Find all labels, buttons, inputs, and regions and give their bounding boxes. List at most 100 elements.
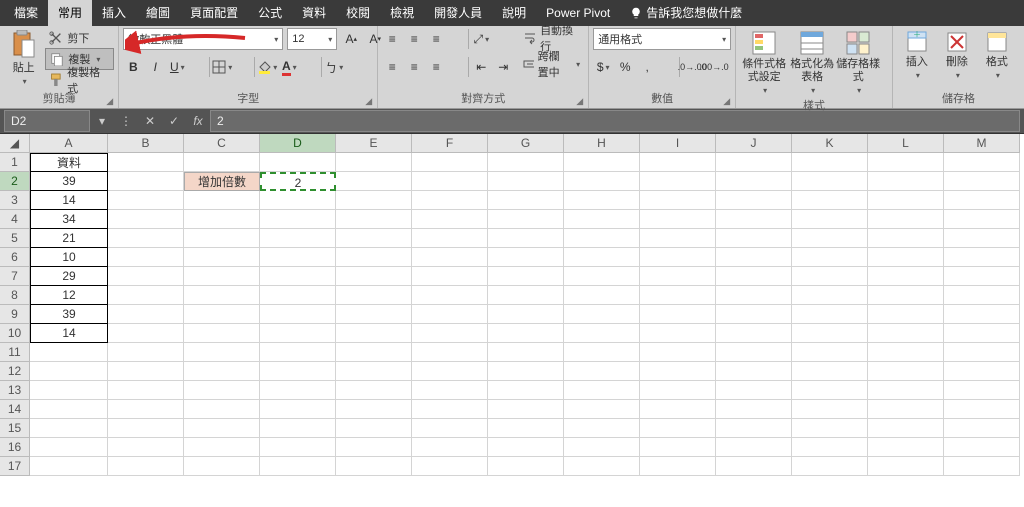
- increase-font-icon[interactable]: A▴: [341, 29, 361, 49]
- cell[interactable]: [260, 381, 336, 400]
- tell-me-search[interactable]: 告訴我您想做什麼: [620, 0, 752, 26]
- cell[interactable]: [336, 400, 412, 419]
- cell[interactable]: [260, 343, 336, 362]
- col-header-B[interactable]: B: [108, 134, 184, 153]
- cell[interactable]: [336, 419, 412, 438]
- cell[interactable]: [944, 343, 1020, 362]
- cell[interactable]: [792, 362, 868, 381]
- cell[interactable]: [564, 286, 640, 305]
- cell[interactable]: [184, 248, 260, 267]
- cell[interactable]: [336, 381, 412, 400]
- cell[interactable]: [716, 153, 792, 172]
- cell[interactable]: [108, 248, 184, 267]
- cell[interactable]: [868, 153, 944, 172]
- cell[interactable]: [336, 343, 412, 362]
- cell[interactable]: [108, 153, 184, 172]
- cell[interactable]: [944, 286, 1020, 305]
- cell[interactable]: [868, 419, 944, 438]
- cell[interactable]: 34: [30, 210, 108, 229]
- cell[interactable]: [944, 457, 1020, 476]
- cell[interactable]: [716, 210, 792, 229]
- cell[interactable]: [716, 457, 792, 476]
- cell[interactable]: [792, 286, 868, 305]
- cell[interactable]: [108, 419, 184, 438]
- cell[interactable]: [412, 210, 488, 229]
- row-header[interactable]: 11: [0, 343, 30, 362]
- cell[interactable]: [336, 210, 412, 229]
- cell[interactable]: [716, 248, 792, 267]
- cell[interactable]: [30, 457, 108, 476]
- cell[interactable]: [488, 191, 564, 210]
- cell[interactable]: [868, 172, 944, 191]
- cell[interactable]: [564, 210, 640, 229]
- tab-developer[interactable]: 開發人員: [424, 0, 492, 26]
- cell[interactable]: [30, 438, 108, 457]
- cell[interactable]: [792, 419, 868, 438]
- cell[interactable]: [488, 248, 564, 267]
- cell[interactable]: [488, 172, 564, 191]
- cell[interactable]: [716, 191, 792, 210]
- cell[interactable]: [564, 438, 640, 457]
- cell[interactable]: [108, 286, 184, 305]
- cell[interactable]: [412, 267, 488, 286]
- cell[interactable]: [868, 400, 944, 419]
- col-header-I[interactable]: I: [640, 134, 716, 153]
- cell[interactable]: [412, 324, 488, 343]
- cell-D2-selected[interactable]: 2: [260, 172, 336, 191]
- cell[interactable]: [564, 267, 640, 286]
- cell[interactable]: [488, 438, 564, 457]
- tab-file[interactable]: 檔案: [4, 0, 48, 26]
- orientation-button[interactable]: ⤢▾: [471, 29, 491, 49]
- cell[interactable]: [184, 229, 260, 248]
- cell[interactable]: [184, 381, 260, 400]
- cell[interactable]: [792, 267, 868, 286]
- col-header-E[interactable]: E: [336, 134, 412, 153]
- cell[interactable]: [260, 229, 336, 248]
- col-header-L[interactable]: L: [868, 134, 944, 153]
- col-header-D[interactable]: D: [260, 134, 336, 153]
- cell[interactable]: [108, 210, 184, 229]
- format-painter-button[interactable]: 複製格式: [45, 70, 114, 90]
- cell[interactable]: [944, 362, 1020, 381]
- cell[interactable]: [716, 172, 792, 191]
- namebox-dropdown[interactable]: ▾: [90, 114, 114, 128]
- cell[interactable]: [184, 210, 260, 229]
- cell[interactable]: [108, 229, 184, 248]
- cell[interactable]: [792, 191, 868, 210]
- cell[interactable]: [564, 419, 640, 438]
- cell[interactable]: [184, 457, 260, 476]
- cell[interactable]: [412, 400, 488, 419]
- cell[interactable]: [640, 419, 716, 438]
- cell[interactable]: [792, 172, 868, 191]
- cell[interactable]: 29: [30, 267, 108, 286]
- cell[interactable]: [564, 362, 640, 381]
- cell[interactable]: [868, 362, 944, 381]
- cell[interactable]: 12: [30, 286, 108, 305]
- align-middle-icon[interactable]: ≡: [404, 29, 424, 49]
- cell[interactable]: [412, 457, 488, 476]
- cell[interactable]: [336, 457, 412, 476]
- cell[interactable]: [260, 438, 336, 457]
- cell[interactable]: [564, 400, 640, 419]
- alignment-dialog-launcher[interactable]: ◢: [576, 96, 586, 106]
- cell[interactable]: [260, 362, 336, 381]
- cell[interactable]: [488, 324, 564, 343]
- cell[interactable]: [564, 457, 640, 476]
- cell[interactable]: [792, 305, 868, 324]
- row-header[interactable]: 1: [0, 153, 30, 172]
- wrap-text-button[interactable]: 自動換行: [519, 28, 584, 48]
- cell[interactable]: [30, 343, 108, 362]
- cell[interactable]: [640, 153, 716, 172]
- cell[interactable]: [792, 438, 868, 457]
- cut-button[interactable]: 剪下: [45, 28, 114, 48]
- cell[interactable]: [792, 324, 868, 343]
- cell[interactable]: [488, 229, 564, 248]
- cell[interactable]: [336, 153, 412, 172]
- align-top-icon[interactable]: ≡: [382, 29, 402, 49]
- formula-input[interactable]: 2: [210, 110, 1020, 132]
- increase-indent-icon[interactable]: ⇥: [493, 57, 513, 77]
- cell[interactable]: [412, 286, 488, 305]
- cell[interactable]: [30, 362, 108, 381]
- cell[interactable]: [944, 229, 1020, 248]
- align-bottom-icon[interactable]: ≡: [426, 29, 446, 49]
